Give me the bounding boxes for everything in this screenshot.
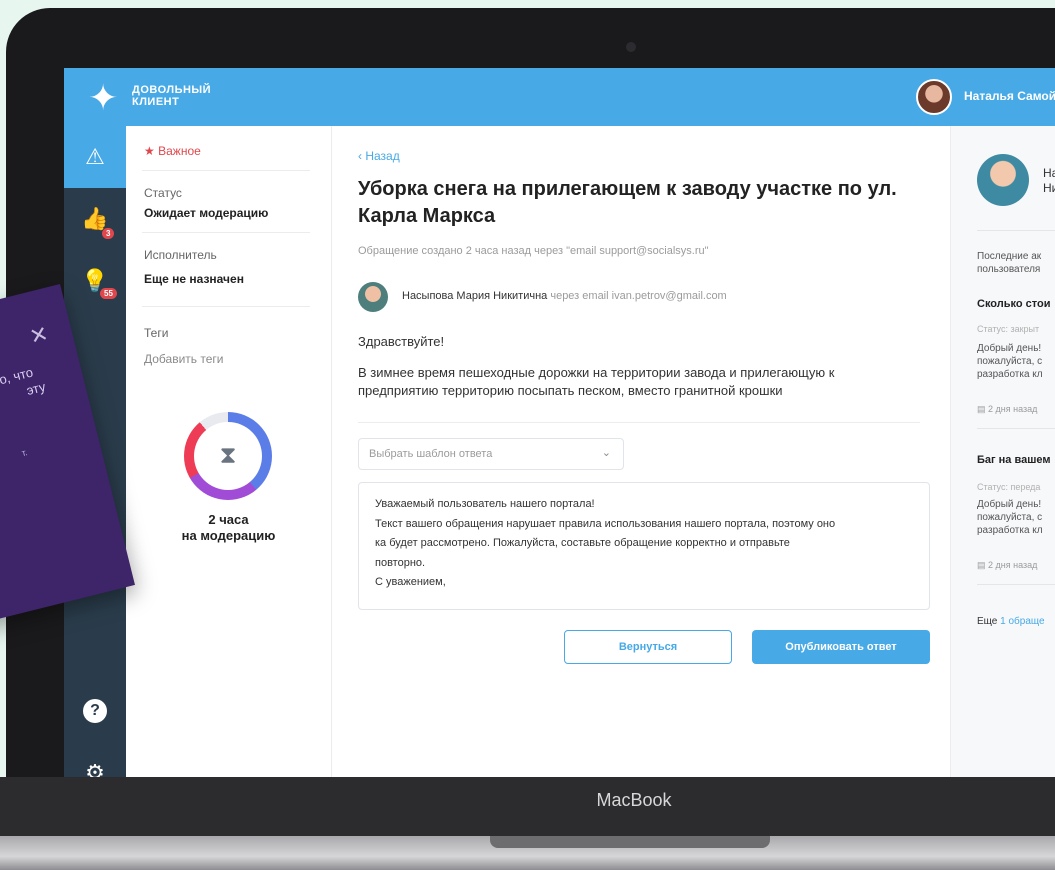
moderation-timer-ring: ⧗: [184, 412, 272, 500]
divider: [142, 170, 310, 171]
recent-activity-caption: Последние ак пользователя: [977, 250, 1041, 276]
history-item-title[interactable]: Баг на вашем: [977, 454, 1051, 466]
excerpt-line: разработка кл: [977, 525, 1043, 536]
recent-line: Последние ак: [977, 251, 1042, 262]
important-label: Важное: [158, 144, 201, 158]
history-item-excerpt: Добрый день! пожалуйста, с разработка кл: [977, 498, 1043, 537]
reply-textarea[interactable]: Уважаемый пользователь нашего портала! Т…: [358, 482, 930, 610]
back-link[interactable]: ‹ Назад: [358, 149, 400, 163]
nav-warning[interactable]: ⚠: [64, 126, 126, 188]
app-screen: ✦ ДОВОЛЬНЫЙ КЛИЕНТ Наталья Самой ⚠ 👍 3 💡…: [64, 68, 1055, 785]
customer-name-line: На: [1043, 166, 1055, 180]
logo-line-1: ДОВОЛЬНЫЙ: [132, 84, 212, 96]
laptop-frame: ✦ ДОВОЛЬНЫЙ КЛИЕНТ Наталья Самой ⚠ 👍 3 💡…: [6, 8, 1055, 838]
user-avatar[interactable]: [916, 79, 952, 115]
ticket-details: ★ Важное Статус Ожидает модерацию Исполн…: [126, 126, 332, 785]
card-small-text: т.: [20, 447, 29, 459]
history-item-date: ▤ 2 дня назад: [977, 404, 1037, 415]
device-label: MacBook: [596, 790, 672, 810]
assignee-label: Исполнитель: [144, 248, 217, 262]
star-icon: ★: [144, 144, 155, 158]
customer-name: На Ни: [1043, 166, 1055, 196]
history-item-title[interactable]: Сколько стои: [977, 298, 1050, 310]
publish-reply-button[interactable]: Опубликовать ответ: [752, 630, 930, 664]
return-button[interactable]: Вернуться: [564, 630, 732, 664]
timer-value: 2 часа: [208, 512, 249, 527]
history-item-date: ▤ 2 дня назад: [977, 560, 1037, 571]
history-item-status: Статус: закрыт: [977, 324, 1040, 334]
message-body: В зимнее время пешеходные дорожки на тер…: [358, 365, 835, 398]
logo-star-icon: ✦: [88, 77, 119, 118]
chevron-down-icon: ⌄: [601, 447, 611, 459]
status-value: Ожидает модерацию: [144, 206, 269, 220]
divider: [142, 306, 310, 307]
reply-line: С уважением,: [375, 576, 446, 588]
reply-line: Текст вашего обращения нарушает правила …: [375, 517, 836, 530]
reply-line: ка будет рассмотрено. Пожалуйста, состав…: [375, 537, 790, 549]
divider: [977, 428, 1055, 429]
status-label: Статус: [144, 186, 182, 200]
more-prefix: Еще: [977, 616, 998, 627]
logo-text: ДОВОЛЬНЫЙ КЛИЕНТ: [132, 84, 252, 108]
hourglass-icon: ⧗: [194, 422, 262, 490]
add-tags-link[interactable]: Добавить теги: [144, 352, 223, 366]
important-flag[interactable]: ★ Важное: [144, 144, 201, 158]
help-icon: ?: [83, 699, 107, 723]
excerpt-line: Добрый день!: [977, 343, 1042, 354]
customer-name-line: Ни: [1043, 181, 1055, 195]
date-text: 2 дня назад: [988, 560, 1038, 570]
close-icon[interactable]: ✕: [27, 321, 51, 351]
history-item-excerpt: Добрый день! пожалуйста, с разработка кл: [977, 342, 1043, 381]
template-select-placeholder: Выбрать шаблон ответа: [369, 448, 493, 460]
reply-line: повторно.: [375, 556, 426, 569]
ticket-subtitle: Обращение создано 2 часа назад через "em…: [358, 245, 709, 257]
likes-badge: 3: [102, 228, 115, 239]
laptop-notch: [490, 836, 770, 848]
assignee-value[interactable]: Еще не назначен: [144, 272, 244, 286]
timer-caption: на модерацию: [181, 528, 276, 543]
divider: [977, 230, 1055, 231]
message-greeting: Здравствуйте!: [358, 334, 445, 349]
moderation-timer: 2 часа на модерацию: [126, 512, 331, 544]
customer-avatar: [977, 154, 1029, 206]
excerpt-line: пожалуйста, с: [977, 356, 1043, 367]
nav-likes[interactable]: 👍 3: [64, 188, 126, 250]
user-name[interactable]: Наталья Самой: [964, 89, 1055, 103]
nav-help[interactable]: ?: [64, 680, 126, 742]
warning-icon: ⚠: [85, 144, 105, 169]
template-select[interactable]: Выбрать шаблон ответа ⌄: [358, 438, 624, 470]
top-bar: ✦ ДОВОЛЬНЫЙ КЛИЕНТ Наталья Самой: [64, 68, 1055, 126]
logo-line-2: КЛИЕНТ: [132, 96, 180, 108]
camera: [626, 42, 636, 52]
ideas-badge: 55: [100, 288, 117, 299]
divider: [358, 422, 920, 423]
author-name: Насыпова Мария Никитична: [402, 290, 548, 302]
divider: [142, 232, 310, 233]
ticket-title: Уборка снега на прилегающем к заводу уча…: [358, 178, 897, 227]
more-requests-link[interactable]: 1 обраще: [1000, 616, 1044, 627]
author: Насыпова Мария Никитична через email iva…: [402, 290, 727, 302]
excerpt-line: разработка кл: [977, 369, 1043, 380]
history-item-status: Статус: переда: [977, 482, 1041, 492]
user-sidebar: На Ни Последние ак пользователя Сколько …: [950, 126, 1055, 785]
author-via: через email ivan.petrov@gmail.com: [550, 290, 727, 302]
reply-line: Уважаемый пользователь нашего портала!: [375, 498, 595, 510]
chevron-left-icon: ‹: [358, 149, 362, 163]
excerpt-line: Добрый день!: [977, 499, 1042, 510]
calendar-icon: ▤: [977, 404, 986, 414]
tags-label: Теги: [144, 326, 169, 340]
date-text: 2 дня назад: [988, 404, 1038, 414]
excerpt-line: пожалуйста, с: [977, 512, 1043, 523]
nav-ideas[interactable]: 💡 55: [64, 250, 126, 312]
author-avatar: [358, 282, 388, 312]
card-text: о, что эту: [0, 361, 47, 404]
ticket-main: ‹ Назад Уборка снега на прилегающем к за…: [332, 126, 950, 785]
more-requests: Еще 1 обраще: [977, 616, 1045, 627]
back-label: Назад: [365, 149, 400, 163]
calendar-icon: ▤: [977, 560, 986, 570]
recent-line: пользователя: [977, 264, 1041, 275]
divider: [977, 584, 1055, 585]
